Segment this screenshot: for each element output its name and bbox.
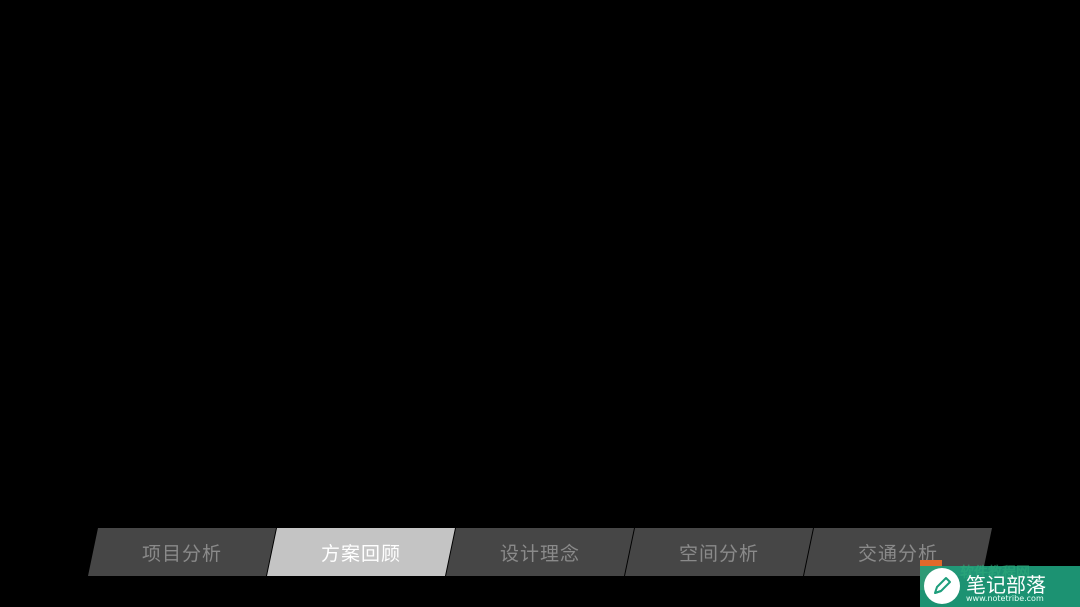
watermark-badge: 软件教程网 笔记部落 www.notetribe.com [920,556,1080,607]
tab-scheme-review[interactable]: 方案回顾 [267,528,455,576]
tab-label: 项目分析 [141,542,222,565]
tab-label: 空间分析 [678,542,759,565]
tab-project-analysis[interactable]: 项目分析 [88,528,276,576]
watermark-url: www.notetribe.com [966,594,1044,603]
tab-design-concept[interactable]: 设计理念 [446,528,634,576]
pencil-icon [924,568,960,604]
tab-label: 方案回顾 [320,542,401,565]
slide-canvas: 项目分析 方案回顾 设计理念 空间分析 交通分析 软件教程网 笔记部落 www.… [0,0,1080,607]
tab-space-analysis[interactable]: 空间分析 [625,528,813,576]
pencil-icon-glyph [934,577,951,594]
tab-bar: 项目分析 方案回顾 设计理念 空间分析 交通分析 [88,528,992,576]
tab-label: 设计理念 [499,542,580,565]
